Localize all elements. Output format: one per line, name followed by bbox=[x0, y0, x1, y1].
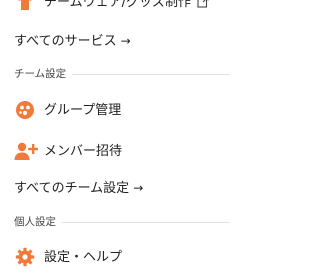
external-link-icon bbox=[197, 0, 209, 8]
menu-item-invite-member[interactable]: メンバー招待 bbox=[0, 139, 244, 163]
all-services-label: すべてのサービス bbox=[14, 33, 117, 49]
gear-icon bbox=[14, 246, 36, 268]
personal-settings-title: 個人設定 bbox=[14, 215, 56, 228]
menu-item-settings-help-label: 設定・ヘルプ bbox=[44, 249, 123, 265]
team-settings-title: チーム設定 bbox=[14, 67, 67, 80]
all-team-settings-label: すべてのチーム設定 bbox=[14, 180, 130, 196]
arrow-right-icon: → bbox=[133, 181, 144, 195]
team-settings-section-header: チーム設定 bbox=[0, 67, 244, 81]
menu-item-group-manage-label: グループ管理 bbox=[44, 102, 122, 118]
menu-item-team-ware-label: チームウェア/グッズ制作 bbox=[44, 0, 191, 10]
shirt-icon bbox=[14, 0, 36, 13]
arrow-right-icon: → bbox=[120, 34, 131, 48]
menu-item-invite-member-label: メンバー招待 bbox=[44, 143, 123, 159]
personal-settings-section-header: 個人設定 bbox=[0, 215, 244, 229]
person-add-icon bbox=[14, 140, 38, 162]
account-menu: チームウェア/グッズ制作 すべてのサービス → チーム設定 グループ管理 メンバ… bbox=[0, 0, 244, 276]
menu-item-team-ware[interactable]: チームウェア/グッズ制作 bbox=[0, 0, 244, 12]
all-services-link[interactable]: すべてのサービス → bbox=[0, 31, 244, 51]
all-team-settings-link[interactable]: すべてのチーム設定 → bbox=[0, 178, 244, 198]
section-divider bbox=[72, 73, 230, 75]
group-circle-icon bbox=[14, 99, 36, 121]
menu-item-group-manage[interactable]: グループ管理 bbox=[0, 98, 244, 122]
section-divider bbox=[62, 221, 230, 223]
menu-item-settings-help[interactable]: 設定・ヘルプ bbox=[0, 245, 244, 269]
